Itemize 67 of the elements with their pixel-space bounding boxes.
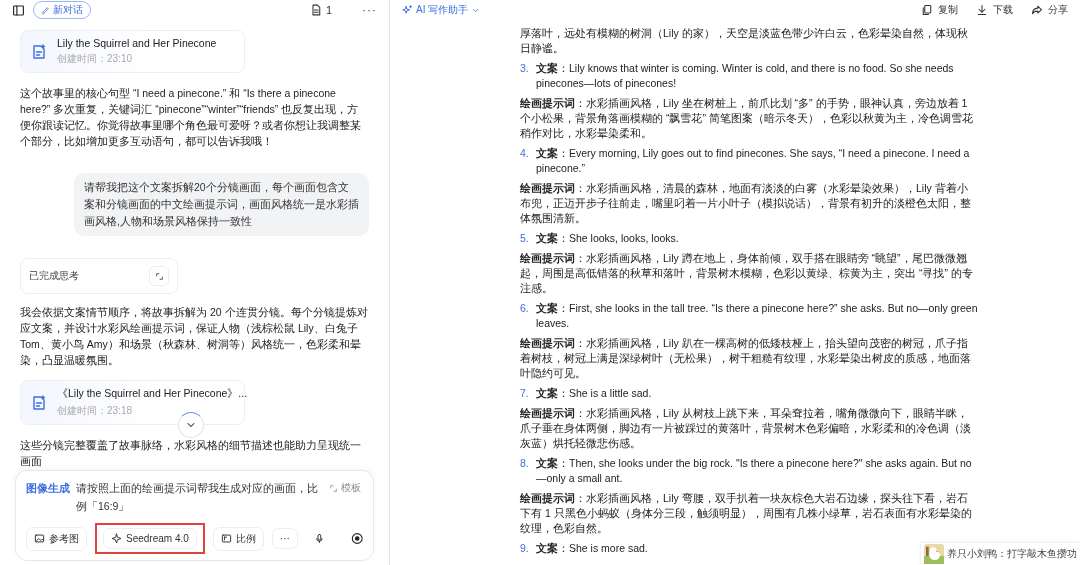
sparkle-icon	[402, 4, 413, 16]
item-number: 6.	[520, 301, 530, 316]
caption-text: 文案：She is more sad.	[536, 541, 648, 556]
notification[interactable]: 养只小刘鸭：打字敲木鱼攒功	[921, 543, 1080, 565]
caption-text: 文案：Then, she looks under the big rock. "Is there a pinecone here?" she asks again. But no—only a small ant.	[536, 456, 973, 486]
sparkle-icon	[111, 533, 122, 544]
document-icon	[31, 43, 47, 60]
item-number: 9.	[520, 541, 530, 556]
document-title: Lily the Squirrel and Her Pinecone	[57, 37, 217, 49]
thinking-status: 已完成思考	[29, 269, 79, 283]
assistant-message: 这个故事里的核心句型 “I need a pinecone.” 和 “Is there a pinecone here?” 多次重复，关键词汇 “pinecone”“winter”“friends” 也反复出现，方便你跟读记忆。你觉得故事里哪个角色最可爱呀？或者你想让我调整某个部分，比如增加更多互动语句，都可以告诉我哦！	[20, 86, 362, 149]
file-icon	[309, 4, 322, 16]
prompt-text: 绘画提示词：水彩插画风格，Lily 从树枝上跳下来，耳朵耷拉着，嘴角微微向下，眼睛半眯，爪子垂在身体两侧，脚边有一片被踩过的黄落叶，背景树木色彩偏暗，水彩柔和的冷色调（淡灰蓝）烘托轻微悲伤感。	[520, 406, 972, 451]
item-number: 3.	[520, 61, 530, 76]
item-number: 8.	[520, 456, 530, 471]
mode-tag[interactable]: 图像生成	[26, 479, 70, 497]
input-text: 请按照上面的绘画提示词帮我生成对应的画面，比例「16:9」	[76, 481, 319, 514]
expand-icon	[154, 271, 164, 281]
tool-button[interactable]: 比例	[212, 526, 264, 551]
prompt-text: 厚落叶，远处有模糊的树洞（Lily 的家），天空是淡蓝色带少许白云，色彩晕染自然，体现秋日静谧。	[520, 26, 969, 56]
caption-text: 文案：She is a little sad.	[536, 386, 652, 401]
prompt-text: 绘画提示词：水彩插画风格，Lily 弯腰，双手扒着一块灰棕色大岩石边缘，探头往下看，岩石下有 1 只黑色小蚂蚁（身体分三段，触须明显），周围有几株小绿草，岩石表面有水彩晕染的纹理，色彩自然。	[520, 491, 973, 536]
stop-icon	[350, 531, 363, 546]
item-number: 7.	[520, 386, 530, 401]
prompt-text: 绘画提示词：水彩插画风格，Lily 趴在一棵高树的低矮枝桠上，抬头望向茂密的树冠，爪子指着树枝，树冠上满是深绿树叶（无松果），树干粗糙有纹理，水彩晕染出树皮的质感，地面落叶隐约可见。	[520, 336, 972, 381]
document-title: 《Lily the Squirrel and Her Pinecone》...	[57, 387, 248, 401]
caption-text: 文案：Every morning, Lily goes out to find pinecones. She says, “I need a pinecone. I need a pinecone.”	[536, 146, 971, 176]
assistant-message: 这些分镜完整覆盖了故事脉络，水彩风格的细节描述也能助力呈现统一画面	[20, 438, 362, 469]
tool-button[interactable]: 参考图	[26, 526, 87, 551]
share-button[interactable]: 分享	[1031, 3, 1068, 17]
created-time: 创建时间：23:18	[57, 404, 134, 418]
edit-icon	[41, 5, 50, 15]
notification-text: 养只小刘鸭：打字敲木鱼攒功	[947, 547, 1077, 561]
document-card[interactable]: Lily the Squirrel and Her Pinecone 创建时间：23:10	[20, 30, 245, 73]
document-count-button[interactable]: 1	[309, 4, 332, 16]
share-icon	[1031, 4, 1043, 16]
prompt-text: 绘画提示词：水彩插画风格，清晨的森林，地面有淡淡的白雾（水彩晕染效果），Lily 背着小布兜，正迈开步子往前走，嘴里叼着一片小叶子（模拟说话），背景有初升的淡橙色太阳，整体氛围清新。	[520, 181, 972, 226]
expand-button[interactable]	[149, 266, 169, 286]
tool-button[interactable]: Seedream 4.0	[103, 528, 197, 549]
caption-text: 文案：She looks, looks, looks.	[536, 231, 679, 246]
ai-assistant-menu[interactable]: AI 写作助手	[402, 3, 481, 17]
item-number: 4.	[520, 146, 530, 161]
more-button[interactable]: ···	[271, 528, 298, 549]
template-button[interactable]: 模板	[329, 481, 361, 495]
document-card[interactable]: 《Lily the Squirrel and Her Pinecone》... 创建时间：23:18	[20, 380, 245, 425]
copy-icon	[921, 4, 933, 16]
item-number: 5.	[520, 231, 530, 246]
document-icon	[31, 394, 47, 411]
copy-button[interactable]: 复制	[921, 3, 958, 17]
sidebar-icon	[12, 3, 25, 17]
download-icon	[976, 4, 988, 16]
assistant-message: 我会依据文案情节顺序，将故事拆解为 20 个连贯分镜。每个分镜提炼对应文案，并设计水彩风绘画提示词，保证人物（浅棕松鼠 Lily、白兔子 Tom、黄小鸟 Amy）和场景（秋森林、树洞等）风格统一，色彩柔和晕染，凸显温暖氛围。	[20, 305, 369, 368]
download-button[interactable]: 下载	[976, 3, 1013, 17]
prompt-text: 绘画提示词：水彩插画风格，Lily 坐在树桩上，前爪比划 “多” 的手势，眼神认真，旁边放着 1 个小松果，背景角落画模糊的 “飘雪花” 简笔图案（暗示冬天），色彩以秋黄为主，冷色调雪花稍作对比，水彩晕染柔和。	[520, 96, 974, 141]
more-button[interactable]: ···	[362, 3, 377, 17]
chat-input[interactable]: 图像生成 请按照上面的绘画提示词帮我生成对应的画面，比例「16:9」 模板 参考图 Seedream 4.0 比例 ···	[15, 470, 374, 561]
caption-text: 文案：Lily knows that winter is coming. Winter is cold, and there is no food. So she needs pinecones—lots of pinecones!	[536, 61, 955, 91]
image-icon	[34, 533, 45, 544]
created-time: 创建时间：23:10	[57, 52, 134, 66]
thinking-card[interactable]: 已完成思考	[20, 258, 178, 294]
frame-icon	[220, 533, 232, 544]
new-chat-button[interactable]: 新对话	[33, 1, 91, 19]
prompt-text: 绘画提示词：水彩插画风格，Lily 蹲在地上，身体前倾，双手搭在眼睛旁 “眺望”，尾巴微微翘起，周围是高低错落的秋草和落叶，背景树木模糊，色彩以黄绿、棕黄为主，突出 “寻找” 的专注感。	[520, 251, 974, 296]
caption-text: 文案：First, she looks in the tall tree. “Is there a pinecone here?” she asks. But no—only green leaves.	[536, 301, 978, 331]
expand-icon	[329, 483, 338, 493]
microphone-icon	[313, 532, 325, 545]
user-message: 请帮我把这个文案拆解20个分镜画面，每个画面包含文案和分镜画面的中文绘画提示词，画面风格统一是水彩插画风格,人物和场景风格保持一致性	[74, 173, 369, 236]
